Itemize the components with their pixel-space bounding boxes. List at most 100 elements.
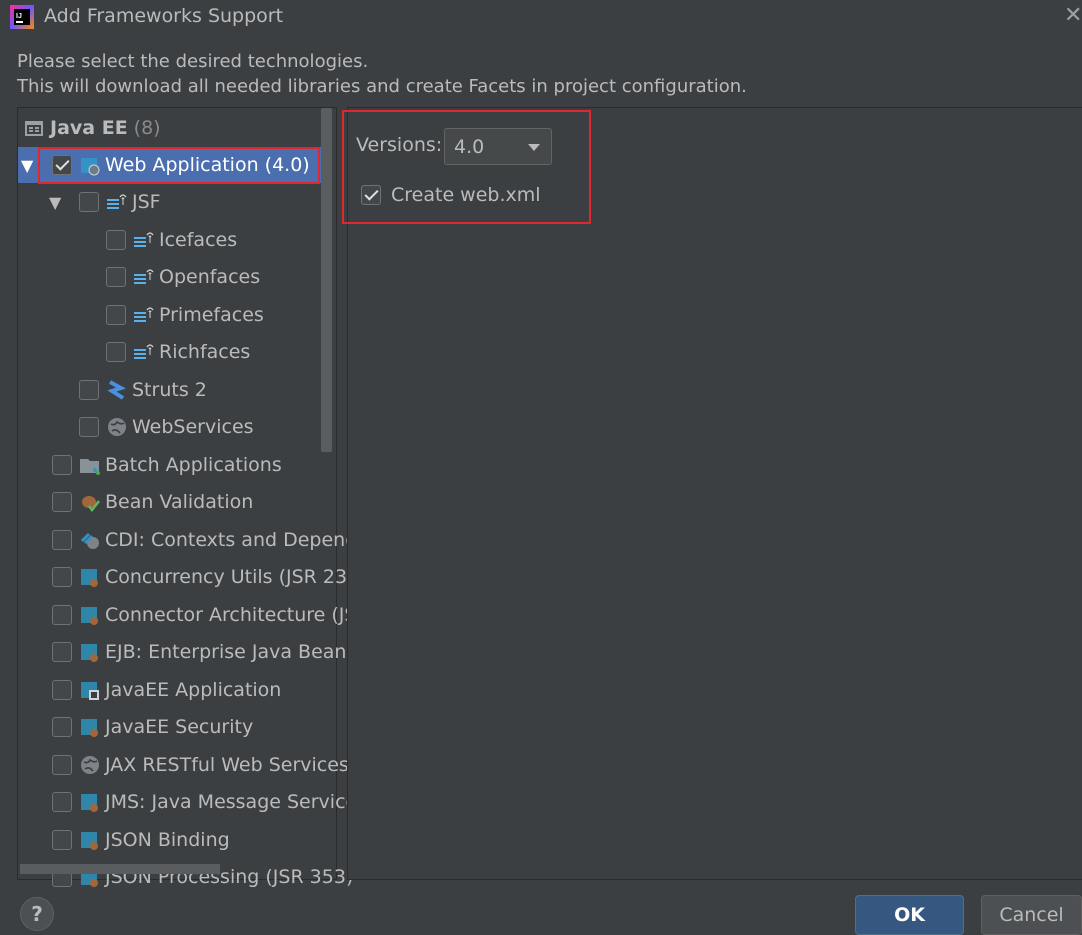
tree-item-checkbox[interactable] [106,267,126,287]
tree-item-checkbox[interactable] [52,642,72,662]
tree-item-checkbox[interactable] [79,380,99,400]
intellij-logo-icon: IJ [10,5,34,29]
tree-item-label: JSF [132,191,161,213]
tree-item-ejb-enterprise-java-beans[interactable]: EJB: Enterprise Java Beans [52,634,356,670]
tree-item-json-binding[interactable]: JSON Binding [52,822,230,858]
jsf-icon [134,307,154,322]
tree-item-checkbox[interactable] [52,792,72,812]
tree-item-label: JavaEE Application [105,679,282,701]
framework-settings-panel [347,107,1082,880]
jsf-icon [107,194,127,209]
tree-item-label: WebServices [132,416,254,438]
tree-item-checkbox[interactable] [106,230,126,250]
tree-item-label: Batch Applications [105,454,282,476]
window-title: Add Frameworks Support [44,5,284,27]
cancel-button[interactable]: Cancel [981,895,1082,935]
web-app-icon [81,158,100,176]
create-webxml-option[interactable]: Create web.xml [361,184,541,206]
tree-item-label: JavaEE Security [105,716,254,738]
versions-label: Versions: [356,134,443,156]
java-ee-group-icon [25,121,43,136]
jsf-icon [134,269,154,284]
tree-item-checkbox[interactable] [52,830,72,850]
tree-item-javaee-security[interactable]: JavaEE Security [52,709,253,745]
collapse-arrow-icon[interactable]: ▼ [21,156,33,175]
svg-text:IJ: IJ [16,13,22,20]
tree-group-java-ee[interactable]: Java EE (8) [24,110,161,146]
tree-item-label: Connector Architecture (JS [105,604,357,626]
tree-item-cdi-contexts-and-depend[interactable]: CDI: Contexts and Depend [52,522,357,558]
tree-item-bean-validation[interactable]: Bean Validation [52,484,253,520]
horizontal-scrollbar[interactable] [20,864,220,874]
version-select[interactable]: 4.0 [444,128,552,165]
tree-item-label: Openfaces [159,266,261,288]
javaee-module-icon [81,644,98,662]
tree-item-icefaces[interactable]: Icefaces [106,222,237,258]
tree-item-richfaces[interactable]: Richfaces [106,334,250,370]
tree-item-webservices[interactable]: WebServices [79,409,254,445]
collapse-arrow-icon[interactable]: ▼ [49,193,61,212]
tree-item-checkbox[interactable] [52,567,72,587]
tree-item-batch-applications[interactable]: Batch Applications [52,447,282,483]
description-line-1: Please select the desired technologies. [17,51,369,72]
tree-item-label: Web Application (4.0) [105,154,310,176]
javaee-module-icon [81,794,98,812]
tree-item-jax-restful-web-services[interactable]: JAX RESTful Web Services [52,747,349,783]
version-select-value: 4.0 [454,136,485,158]
tree-item-label: Concurrency Utils (JSR 236 [105,566,360,588]
create-webxml-label: Create web.xml [391,184,541,206]
tree-item-checkbox[interactable] [79,192,99,212]
cdi-icon [80,532,99,549]
struts-icon [107,380,126,400]
tree-item-label: CDI: Contexts and Depend [105,529,358,551]
globe-icon [81,756,99,774]
create-webxml-checkbox[interactable] [361,185,381,205]
tree-item-label: Primefaces [159,304,264,326]
javaee-module-icon [81,719,98,737]
bean-validation-icon [82,496,100,513]
tree-item-checkbox[interactable] [106,342,126,362]
tree-item-checkbox[interactable] [52,530,72,550]
tree-item-jms-java-message-service[interactable]: JMS: Java Message Service [52,784,357,820]
web-application-checkbox[interactable] [52,155,72,175]
tree-item-label: Struts 2 [132,379,207,401]
jsf-icon [134,232,154,247]
tree-item-primefaces[interactable]: Primefaces [106,297,264,333]
group-count: (8) [133,117,161,139]
tree-item-web-application[interactable]: Web Application (4.0) [52,147,310,183]
tree-item-label: Richfaces [159,341,251,363]
javaee-app-icon [81,682,99,700]
tree-item-label: JMS: Java Message Service [105,791,358,813]
tree-item-connector-architecture-js[interactable]: Connector Architecture (JS [52,597,356,633]
tree-item-checkbox[interactable] [52,455,72,475]
chevron-down-icon [528,144,540,151]
javaee-module-icon [81,569,98,587]
tree-item-javaee-application[interactable]: JavaEE Application [52,672,281,708]
javaee-module-icon [81,607,98,625]
tree-item-checkbox[interactable] [52,492,72,512]
ok-button[interactable]: OK [855,895,964,935]
description-line-2: This will download all needed libraries … [17,76,747,97]
tree-item-checkbox[interactable] [52,717,72,737]
tree-item-label: Icefaces [159,229,238,251]
tree-item-label: EJB: Enterprise Java Beans [105,641,357,663]
folder-icon [80,459,100,475]
tree-item-checkbox[interactable] [52,755,72,775]
tree-item-checkbox[interactable] [106,305,126,325]
tree-item-checkbox[interactable] [52,680,72,700]
tree-item-label: JAX RESTful Web Services [105,754,349,776]
jsf-icon [134,344,154,359]
tree-item-jsf[interactable]: JSF [79,184,161,220]
tree-item-checkbox[interactable] [52,605,72,625]
close-icon[interactable]: ✕ [1064,3,1082,28]
tree-item-openfaces[interactable]: Openfaces [106,259,260,295]
tree-item-checkbox[interactable] [79,417,99,437]
group-label: Java EE [50,117,128,139]
tree-item-concurrency-utils-jsr-236[interactable]: Concurrency Utils (JSR 236 [52,559,359,595]
globe-icon [108,418,126,436]
tree-item-label: Bean Validation [105,491,254,513]
help-button[interactable]: ? [20,897,54,931]
vertical-scrollbar[interactable] [321,108,332,452]
tree-item-struts-2[interactable]: Struts 2 [79,372,207,408]
title-bar: IJ Add Frameworks Support ✕ [0,0,1082,34]
